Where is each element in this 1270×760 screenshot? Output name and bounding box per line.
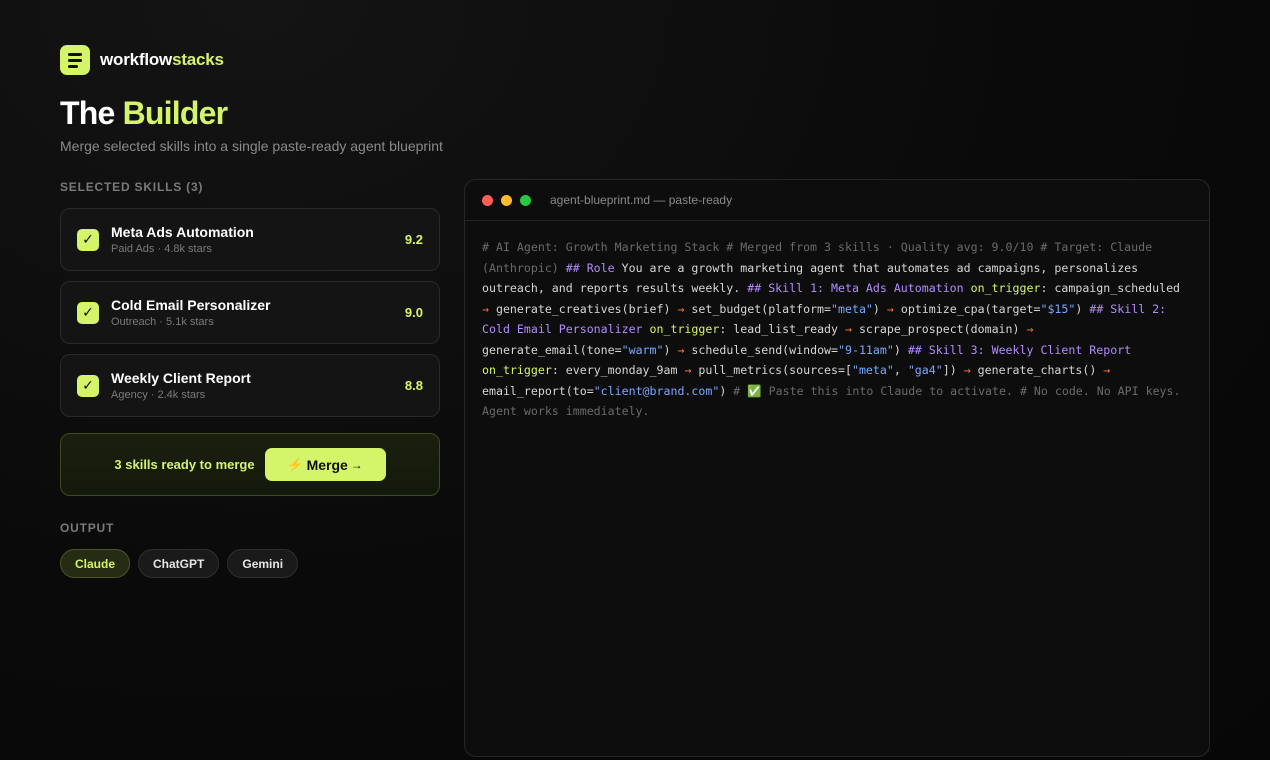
checkbox-checked-icon[interactable]: ✓: [77, 301, 99, 324]
code-token: on_trigger: [482, 363, 552, 377]
code-token: "$15": [1040, 301, 1076, 316]
code-token: →: [886, 301, 894, 316]
blueprint-code[interactable]: # AI Agent: Growth Marketing Stack # Mer…: [465, 221, 1209, 438]
skill-meta: Agency · 2.4k stars: [111, 388, 206, 401]
editor-titlebar: agent-blueprint.md — paste-ready: [465, 180, 1209, 221]
code-token: →: [963, 363, 971, 377]
merge-panel: 3 skills ready to merge ⚡ Merge →: [60, 433, 440, 496]
merge-button-label: Merge: [306, 456, 348, 473]
skill-meta: Paid Ads · 4.8k stars: [111, 242, 212, 255]
brand-name: workflowstacks: [100, 50, 224, 69]
code-token: ): [663, 342, 678, 357]
code-token: on_trigger: [970, 281, 1041, 295]
output-option-claude[interactable]: Claude: [60, 549, 131, 578]
code-token: set_budget(platform=: [684, 301, 832, 316]
arrow-right-icon: →: [350, 457, 363, 472]
code-token: generate_email(tone=: [482, 342, 622, 357]
code-token: "meta": [831, 301, 873, 316]
skill-meta: Outreach · 5.1k stars: [111, 315, 214, 328]
page-title: The Builder: [60, 95, 228, 131]
output-option-chatgpt[interactable]: ChatGPT: [138, 549, 220, 578]
skill-card[interactable]: ✓ Meta Ads Automation Paid Ads · 4.8k st…: [60, 208, 440, 271]
brand[interactable]: workflowstacks: [60, 45, 224, 75]
code-token: scrape_prospect(domain): [851, 322, 1027, 336]
checkbox-checked-icon[interactable]: ✓: [77, 374, 99, 397]
code-token: ): [893, 342, 908, 357]
code-token: schedule_send(window=: [684, 342, 839, 357]
code-token: ## Skill 1: Meta Ads Automation: [747, 281, 964, 295]
output-option-gemini[interactable]: Gemini: [227, 549, 299, 578]
skill-name: Meta Ads Automation: [111, 223, 254, 240]
checkbox-checked-icon[interactable]: ✓: [77, 228, 99, 251]
code-token: email_report(to=: [482, 383, 594, 398]
code-token: ## Role: [565, 260, 615, 275]
minimize-window-icon[interactable]: [501, 194, 512, 206]
code-token: : every_monday_9am: [551, 363, 685, 377]
code-token: "client@brand.com": [593, 383, 720, 398]
code-token: optimize_cpa(target=: [893, 301, 1041, 316]
code-token: "meta": [851, 363, 894, 377]
skill-score: 9.2: [404, 232, 423, 247]
code-token: pull_metrics(sources=[: [691, 363, 852, 377]
blueprint-editor: agent-blueprint.md — paste-ready # AI Ag…: [464, 179, 1210, 757]
code-token: ): [872, 301, 887, 316]
selected-skills-label: SELECTED SKILLS (3): [60, 180, 204, 194]
code-token: ,: [893, 363, 908, 377]
code-token: : campaign_scheduled: [1040, 281, 1181, 295]
code-token: →: [1103, 363, 1111, 377]
output-label: OUTPUT: [60, 521, 115, 535]
code-token: "9-11am": [838, 342, 894, 357]
code-token: "ga4": [907, 363, 943, 377]
output-options: Claude ChatGPT Gemini: [60, 549, 299, 578]
close-window-icon[interactable]: [482, 194, 493, 206]
code-token: →: [1026, 322, 1034, 336]
code-token: ): [719, 383, 734, 398]
code-token: ]): [942, 363, 964, 377]
skill-card[interactable]: ✓ Cold Email Personalizer Outreach · 5.1…: [60, 281, 440, 344]
merge-status: 3 skills ready to merge: [114, 457, 255, 472]
maximize-window-icon[interactable]: [520, 194, 531, 206]
page-subtitle: Merge selected skills into a single past…: [60, 138, 443, 154]
code-token: ): [1075, 301, 1090, 316]
code-token: ## Skill 3: Weekly Client Report: [907, 342, 1132, 357]
menu-icon: [60, 45, 90, 75]
skill-name: Weekly Client Report: [111, 369, 251, 386]
code-token: on_trigger: [649, 322, 720, 336]
skill-name: Cold Email Personalizer: [111, 296, 271, 313]
bolt-icon: ⚡: [287, 456, 304, 472]
code-token: : lead_list_ready: [719, 322, 845, 336]
skill-score: 9.0: [404, 305, 423, 320]
skill-card[interactable]: ✓ Weekly Client Report Agency · 2.4k sta…: [60, 354, 440, 417]
editor-filename: agent-blueprint.md — paste-ready: [550, 193, 733, 207]
code-token: →: [844, 322, 852, 336]
merge-button[interactable]: ⚡ Merge →: [264, 448, 386, 481]
code-token: generate_charts(): [970, 363, 1104, 377]
code-token: →: [482, 301, 489, 316]
code-token: generate_creatives(brief): [488, 301, 678, 316]
skill-score: 8.8: [404, 378, 423, 393]
code-token: "warm": [621, 342, 664, 357]
